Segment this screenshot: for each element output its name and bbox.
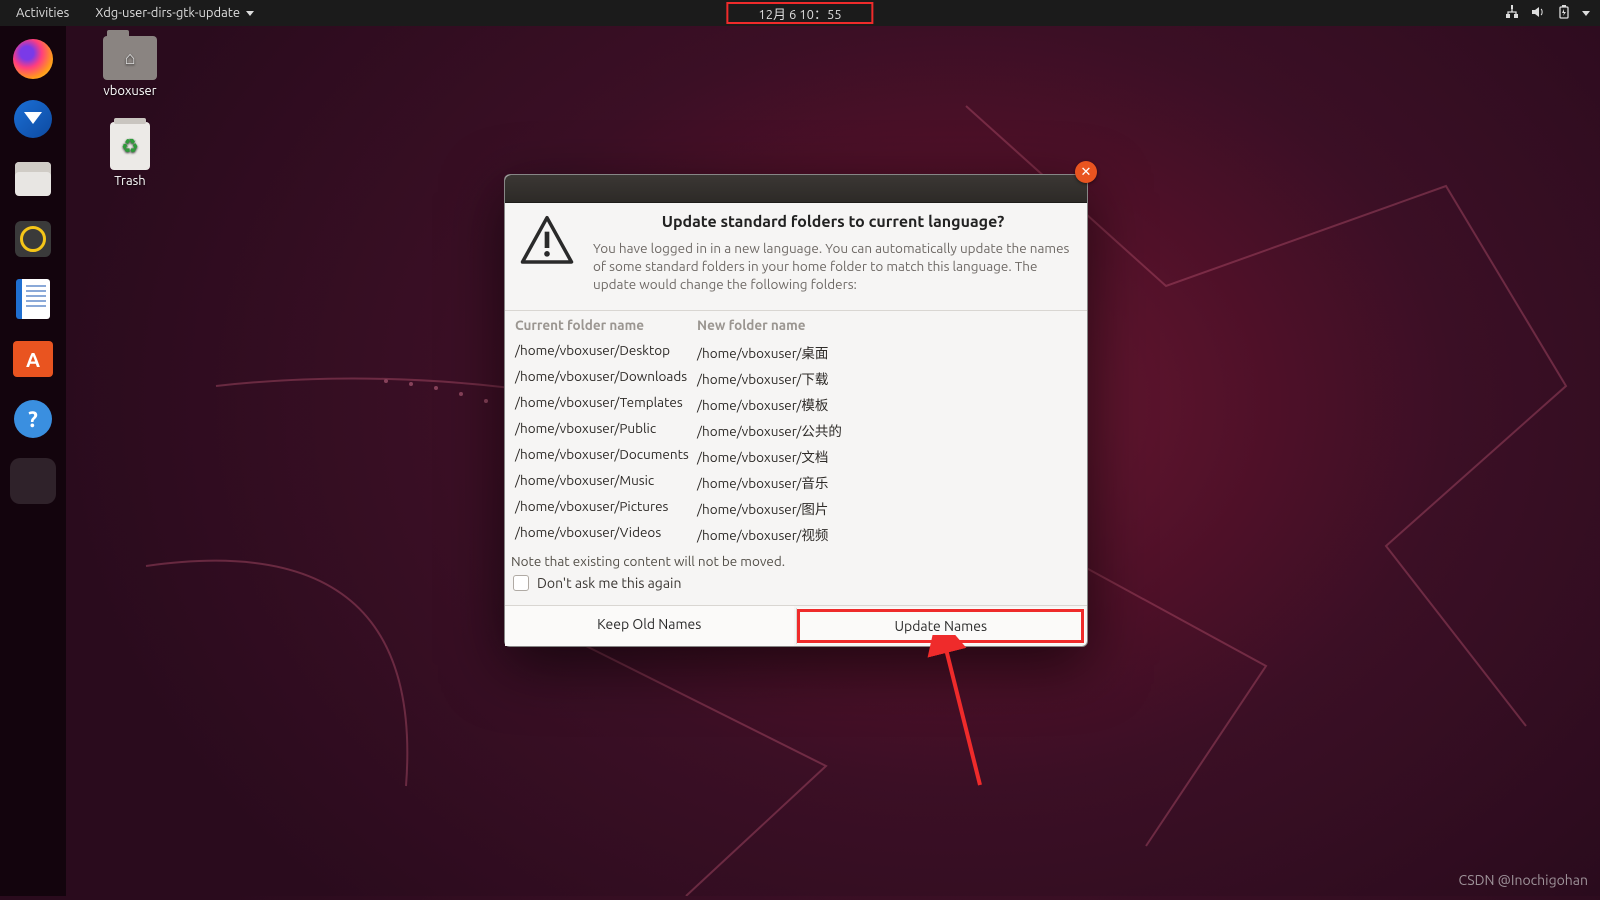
dock-item-running-app[interactable] (10, 458, 56, 504)
software-icon: A (13, 341, 53, 377)
desktop-icon-trash-label: Trash (90, 174, 170, 188)
cell-new: /home/vboxuser/下载 (697, 368, 828, 388)
clock-label: 12月 6 10：55 (726, 2, 873, 24)
home-folder-icon: ⌂ (103, 36, 157, 80)
app-menu-button[interactable]: Xdg-user-dirs-gtk-update (85, 6, 264, 20)
table-row: /home/vboxuser/Templates/home/vboxuser/模… (505, 391, 1087, 417)
top-bar: Activities Xdg-user-dirs-gtk-update 12月 … (0, 0, 1600, 26)
col-header-new: New folder name (697, 317, 806, 333)
chevron-down-icon (246, 11, 254, 16)
cell-current: /home/vboxuser/Videos (515, 524, 697, 544)
chevron-down-icon (1582, 11, 1590, 16)
desktop-icon-home[interactable]: ⌂ vboxuser (90, 36, 170, 98)
cell-current: /home/vboxuser/Public (515, 420, 697, 440)
help-icon: ? (14, 400, 52, 438)
system-status-area[interactable] (1504, 4, 1600, 23)
watermark: CSDN @Inochigohan (1459, 872, 1588, 888)
cell-new: /home/vboxuser/文档 (697, 446, 828, 466)
table-row: /home/vboxuser/Documents/home/vboxuser/文… (505, 443, 1087, 469)
clock-area[interactable]: 12月 6 10：55 (726, 0, 873, 26)
table-row: /home/vboxuser/Videos/home/vboxuser/视频 (505, 521, 1087, 547)
keep-old-names-button[interactable]: Keep Old Names (505, 606, 794, 646)
dont-ask-label: Don't ask me this again (537, 575, 681, 591)
files-icon (15, 162, 51, 196)
app-menu-label: Xdg-user-dirs-gtk-update (95, 6, 240, 20)
dialog-note: Note that existing content will not be m… (505, 547, 1087, 571)
cell-current: /home/vboxuser/Desktop (515, 342, 697, 362)
dock-item-firefox[interactable] (10, 36, 56, 82)
update-names-button[interactable]: Update Names (796, 608, 1086, 644)
warning-icon (519, 213, 575, 294)
trash-icon: ♻ (110, 122, 150, 170)
rhythmbox-icon (15, 221, 51, 257)
col-header-current: Current folder name (515, 317, 697, 333)
cell-new: /home/vboxuser/图片 (697, 498, 828, 518)
cell-new: /home/vboxuser/模板 (697, 394, 828, 414)
cell-new: /home/vboxuser/公共的 (697, 420, 842, 440)
battery-icon (1556, 4, 1572, 23)
table-row: /home/vboxuser/Desktop/home/vboxuser/桌面 (505, 339, 1087, 365)
table-row: /home/vboxuser/Downloads/home/vboxuser/下… (505, 365, 1087, 391)
dialog-titlebar[interactable]: ✕ (505, 175, 1087, 203)
cell-new: /home/vboxuser/桌面 (697, 342, 828, 362)
cell-current: /home/vboxuser/Pictures (515, 498, 697, 518)
dock: A ? (0, 26, 66, 896)
dock-item-writer[interactable] (10, 276, 56, 322)
dont-ask-checkbox[interactable]: Don't ask me this again (505, 571, 1087, 605)
dock-item-rhythmbox[interactable] (10, 216, 56, 262)
table-row: /home/vboxuser/Pictures/home/vboxuser/图片 (505, 495, 1087, 521)
cell-current: /home/vboxuser/Music (515, 472, 697, 492)
dock-item-help[interactable]: ? (10, 396, 56, 442)
desktop-icon-home-label: vboxuser (90, 84, 170, 98)
annotation-arrow (890, 635, 1010, 799)
volume-icon (1530, 4, 1546, 23)
cell-current: /home/vboxuser/Templates (515, 394, 697, 414)
cell-current: /home/vboxuser/Downloads (515, 368, 697, 388)
update-folders-dialog: ✕ Update standard folders to current lan… (504, 174, 1088, 647)
cell-new: /home/vboxuser/音乐 (697, 472, 828, 492)
checkbox-icon (513, 575, 529, 591)
network-icon (1504, 4, 1520, 23)
dock-item-files[interactable] (10, 156, 56, 202)
cell-current: /home/vboxuser/Documents (515, 446, 697, 466)
writer-icon (16, 279, 50, 319)
firefox-icon (13, 39, 53, 79)
dock-item-thunderbird[interactable] (10, 96, 56, 142)
table-row: /home/vboxuser/Music/home/vboxuser/音乐 (505, 469, 1087, 495)
close-button[interactable]: ✕ (1075, 161, 1097, 183)
close-icon: ✕ (1081, 165, 1092, 180)
dialog-title: Update standard folders to current langu… (593, 213, 1073, 231)
thunderbird-icon (14, 100, 52, 138)
dock-item-software[interactable]: A (10, 336, 56, 382)
table-row: /home/vboxuser/Public/home/vboxuser/公共的 (505, 417, 1087, 443)
desktop-icons: ⌂ vboxuser ♻ Trash (90, 36, 170, 212)
cell-new: /home/vboxuser/视频 (697, 524, 828, 544)
desktop-icon-trash[interactable]: ♻ Trash (90, 122, 170, 188)
dialog-body: You have logged in in a new language. Yo… (593, 239, 1073, 294)
folder-table: Current folder name New folder name /hom… (505, 310, 1087, 547)
activities-button[interactable]: Activities (0, 6, 85, 20)
